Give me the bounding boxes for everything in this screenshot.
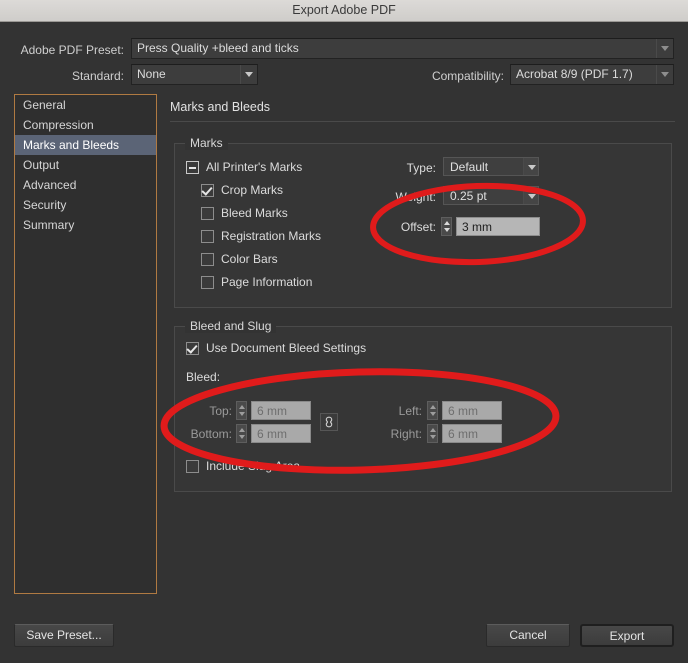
settings-category-list[interactable]: General Compression Marks and Bleeds Out…: [14, 94, 157, 594]
bleed-top-label: Top:: [209, 404, 232, 418]
dialog-titlebar: Export Adobe PDF: [0, 0, 688, 22]
standard-value: None: [137, 67, 166, 81]
sidebar-item-marks-and-bleeds[interactable]: Marks and Bleeds: [15, 135, 156, 155]
sidebar-item-label: Compression: [23, 118, 94, 132]
bleed-left-input[interactable]: 6 mm: [442, 401, 502, 420]
bleed-bottom-stepper[interactable]: [236, 424, 247, 443]
chevron-down-icon[interactable]: [656, 39, 673, 58]
use-document-bleed-checkbox[interactable]: Use Document Bleed Settings: [186, 341, 366, 355]
sidebar-item-summary[interactable]: Summary: [15, 215, 156, 235]
type-value: Default: [450, 160, 489, 174]
sidebar-item-security[interactable]: Security: [15, 195, 156, 215]
checkbox-checked-icon[interactable]: [186, 341, 199, 355]
panel-divider: [170, 121, 675, 122]
bleed-marks-checkbox[interactable]: Bleed Marks: [201, 206, 288, 220]
page-title: Marks and Bleeds: [170, 100, 271, 114]
compatibility-dropdown[interactable]: Acrobat 8/9 (PDF 1.7): [510, 64, 674, 85]
sidebar-item-label: Advanced: [23, 178, 77, 192]
color-bars-label: Color Bars: [221, 252, 278, 266]
checkbox-unchecked-icon[interactable]: [186, 459, 199, 473]
type-label: Type:: [406, 161, 436, 175]
all-printers-marks-checkbox[interactable]: All Printer's Marks: [186, 160, 302, 174]
bleed-top-input[interactable]: 6 mm: [251, 401, 311, 420]
weight-label: Weight:: [395, 190, 436, 204]
checkbox-checked-icon[interactable]: [201, 183, 214, 197]
checkbox-unchecked-icon[interactable]: [201, 252, 214, 266]
bleed-right-stepper[interactable]: [427, 424, 438, 443]
save-preset-button[interactable]: Save Preset...: [14, 624, 114, 647]
weight-dropdown[interactable]: 0.25 pt: [443, 186, 539, 205]
standard-label: Standard:: [71, 69, 124, 83]
preset-label: Adobe PDF Preset:: [20, 43, 124, 57]
color-bars-checkbox[interactable]: Color Bars: [201, 252, 278, 266]
sidebar-item-advanced[interactable]: Advanced: [15, 175, 156, 195]
offset-stepper[interactable]: [441, 217, 452, 236]
crop-marks-label: Crop Marks: [221, 183, 284, 197]
checkbox-mixed-icon[interactable]: [186, 160, 199, 174]
cancel-button[interactable]: Cancel: [486, 624, 570, 647]
sidebar-item-label: Output: [23, 158, 60, 172]
offset-input[interactable]: 3 mm: [456, 217, 540, 236]
compatibility-label: Compatibility:: [431, 69, 504, 83]
standard-dropdown[interactable]: None: [131, 64, 258, 85]
checkbox-unchecked-icon[interactable]: [201, 229, 214, 243]
include-slug-area-label: Include Slug Area: [206, 459, 301, 473]
all-printers-marks-label: All Printer's Marks: [206, 160, 303, 174]
bleed-right-input[interactable]: 6 mm: [442, 424, 502, 443]
sidebar-item-general[interactable]: General: [15, 95, 156, 115]
offset-label: Offset:: [400, 220, 436, 234]
bleed-right-label: Right:: [390, 427, 422, 441]
chevron-down-icon[interactable]: [523, 158, 538, 175]
registration-marks-checkbox[interactable]: Registration Marks: [201, 229, 321, 243]
link-bleed-values-button[interactable]: [320, 413, 338, 431]
compatibility-value: Acrobat 8/9 (PDF 1.7): [516, 67, 633, 81]
export-button[interactable]: Export: [580, 624, 674, 647]
checkbox-unchecked-icon[interactable]: [201, 206, 214, 220]
use-document-bleed-label: Use Document Bleed Settings: [206, 341, 367, 355]
marks-group-legend: Marks: [185, 136, 228, 150]
crop-marks-checkbox[interactable]: Crop Marks: [201, 183, 283, 197]
include-slug-area-checkbox[interactable]: Include Slug Area: [186, 459, 300, 473]
dialog-title: Export Adobe PDF: [292, 3, 396, 17]
bleed-marks-label: Bleed Marks: [221, 206, 288, 220]
sidebar-item-output[interactable]: Output: [15, 155, 156, 175]
chain-link-icon: [325, 416, 333, 428]
bleed-left-stepper[interactable]: [427, 401, 438, 420]
sidebar-item-label: Security: [23, 198, 67, 212]
type-dropdown[interactable]: Default: [443, 157, 539, 176]
chevron-down-icon[interactable]: [656, 65, 673, 84]
page-information-checkbox[interactable]: Page Information: [201, 275, 312, 289]
registration-marks-label: Registration Marks: [221, 229, 322, 243]
chevron-down-icon[interactable]: [523, 187, 538, 204]
bleed-left-label: Left:: [398, 404, 422, 418]
bleed-top-stepper[interactable]: [236, 401, 247, 420]
bleed-bottom-label: Bottom:: [190, 427, 232, 441]
bleed-group-legend: Bleed and Slug: [185, 319, 277, 333]
sidebar-item-label: Summary: [23, 218, 75, 232]
preset-value: Press Quality +bleed and ticks: [137, 41, 299, 55]
bleed-bottom-input[interactable]: 6 mm: [251, 424, 311, 443]
checkbox-unchecked-icon[interactable]: [201, 275, 214, 289]
bleed-section-label: Bleed:: [186, 370, 221, 384]
sidebar-item-compression[interactable]: Compression: [15, 115, 156, 135]
weight-value: 0.25 pt: [450, 189, 487, 203]
preset-dropdown[interactable]: Press Quality +bleed and ticks: [131, 38, 674, 59]
export-adobe-pdf-dialog: Export Adobe PDF Adobe PDF Preset: Press…: [0, 0, 688, 663]
chevron-down-icon[interactable]: [240, 65, 257, 84]
page-information-label: Page Information: [221, 275, 313, 289]
sidebar-item-label: General: [23, 98, 66, 112]
sidebar-item-label: Marks and Bleeds: [23, 138, 120, 152]
